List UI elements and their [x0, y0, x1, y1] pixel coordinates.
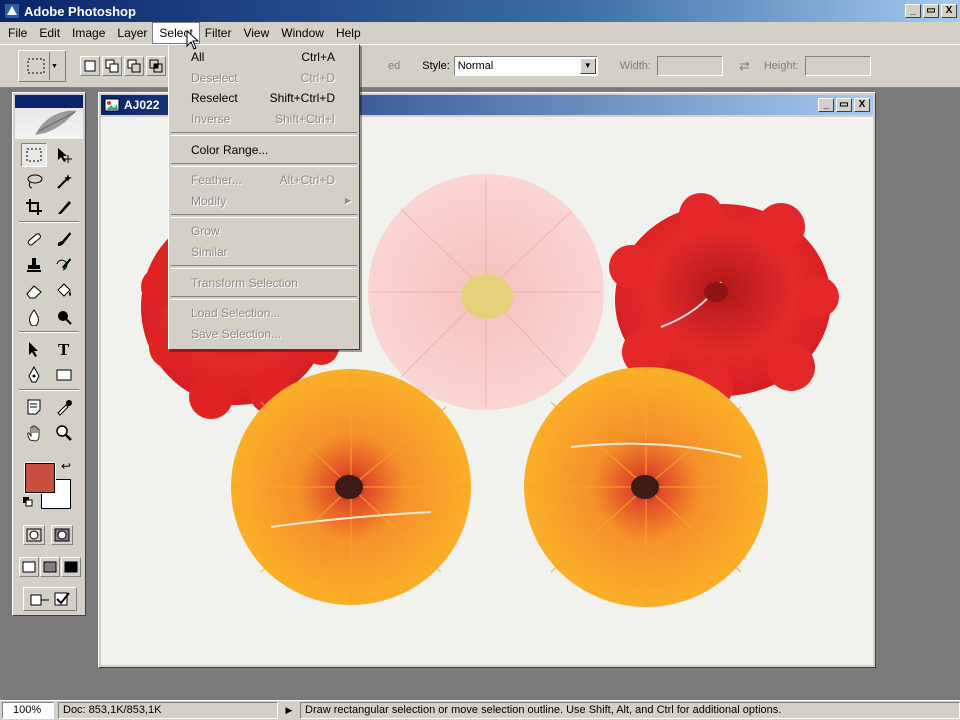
photoshop-feather-logo[interactable]	[15, 95, 83, 139]
tool-options-bar: ▼ ed Style: Normal ▼ Width: ⇄ Height:	[0, 44, 960, 88]
blur-tool-icon[interactable]	[21, 305, 47, 329]
style-select[interactable]: Normal ▼	[453, 56, 598, 76]
document-size-info: Doc: 853,1K/853,1K	[58, 702, 278, 719]
doc-maximize-button[interactable]: ▭	[836, 98, 852, 112]
menubar: File Edit Image Layer Select Filter View…	[0, 22, 960, 44]
hand-tool-icon[interactable]	[21, 421, 47, 445]
foreground-color-swatch[interactable]	[24, 462, 56, 494]
menu-separator	[169, 293, 359, 303]
app-title: Adobe Photoshop	[24, 3, 136, 19]
clone-stamp-tool-icon[interactable]	[21, 253, 47, 277]
menu-separator	[169, 160, 359, 170]
width-label: Width:	[619, 60, 651, 72]
restore-button[interactable]: ▭	[923, 4, 939, 18]
document-icon	[104, 98, 120, 112]
full-screen-menu-mode-icon[interactable]	[40, 557, 60, 577]
menu-separator	[169, 262, 359, 272]
submenu-arrow-icon: ▶	[344, 196, 351, 206]
menu-item-grow[interactable]: Grow	[169, 221, 359, 242]
doc-close-button[interactable]: X	[854, 98, 870, 112]
orange-flower-right	[524, 367, 768, 607]
toolbox: T ↩	[12, 92, 86, 616]
menu-item-load-selection[interactable]: Load Selection...	[169, 303, 359, 324]
lasso-tool-icon[interactable]	[21, 169, 47, 193]
close-button[interactable]: X	[941, 4, 957, 18]
style-value: Normal	[457, 60, 494, 72]
pen-tool-icon[interactable]	[21, 363, 47, 387]
brush-tool-icon[interactable]	[51, 227, 77, 251]
standard-screen-mode-icon[interactable]	[19, 557, 39, 577]
menu-item-inverse[interactable]: Inverse Shift+Ctrl+I	[169, 109, 359, 130]
status-message: Draw rectangular selection or move selec…	[300, 702, 960, 719]
full-screen-mode-icon[interactable]	[61, 557, 81, 577]
menu-separator	[169, 211, 359, 221]
menu-window[interactable]: Window	[275, 23, 330, 43]
type-tool-icon[interactable]: T	[51, 337, 77, 361]
add-to-selection-icon[interactable]	[102, 56, 122, 76]
orange-flower-left	[231, 369, 471, 605]
menu-edit[interactable]: Edit	[33, 23, 66, 43]
healing-brush-tool-icon[interactable]	[21, 227, 47, 251]
eyedropper-tool-icon[interactable]	[51, 395, 77, 419]
jump-to-imageready-icon[interactable]	[23, 587, 77, 611]
status-menu-arrow-icon[interactable]: ▶	[282, 705, 296, 716]
tool-preset-picker[interactable]: ▼	[18, 50, 66, 82]
menu-item-feather[interactable]: Feather... Alt+Ctrl+D	[169, 170, 359, 191]
menu-item-similar[interactable]: Similar	[169, 242, 359, 263]
svg-text:T: T	[58, 340, 70, 358]
menu-help[interactable]: Help	[330, 23, 367, 43]
pink-flower	[368, 174, 604, 410]
height-label: Height:	[763, 60, 799, 72]
swap-colors-icon[interactable]: ↩	[61, 459, 71, 473]
menu-item-transform-selection[interactable]: Transform Selection	[169, 272, 359, 293]
menu-image[interactable]: Image	[66, 23, 111, 43]
notes-tool-icon[interactable]	[21, 395, 47, 419]
menu-item-deselect[interactable]: Deselect Ctrl+D	[169, 68, 359, 89]
chevron-down-icon[interactable]: ▼	[579, 58, 596, 74]
paint-bucket-tool-icon[interactable]	[51, 279, 77, 303]
intersect-selection-icon[interactable]	[146, 56, 166, 76]
subtract-from-selection-icon[interactable]	[124, 56, 144, 76]
slice-tool-icon[interactable]	[51, 195, 77, 219]
select-menu-dropdown: All Ctrl+A Deselect Ctrl+D Reselect Shift+C…	[168, 44, 360, 350]
doc-minimize-button[interactable]: _	[818, 98, 834, 112]
menu-filter[interactable]: Filter	[199, 23, 238, 43]
photoshop-app-icon	[5, 4, 19, 18]
width-field[interactable]	[656, 56, 723, 76]
height-field[interactable]	[804, 56, 871, 76]
rectangle-shape-tool-icon[interactable]	[51, 363, 77, 387]
rectangular-marquee-tool-icon[interactable]	[21, 143, 47, 167]
quick-mask-mode-icon[interactable]	[51, 525, 73, 545]
path-selection-tool-icon[interactable]	[21, 337, 47, 361]
move-tool-icon[interactable]	[51, 143, 77, 167]
menu-separator	[169, 129, 359, 139]
status-bar: 100% Doc: 853,1K/853,1K ▶ Draw rectangul…	[0, 700, 960, 720]
minimize-button[interactable]: _	[905, 4, 921, 18]
menu-item-modify[interactable]: Modify ▶	[169, 191, 359, 212]
zoom-tool-icon[interactable]	[51, 421, 77, 445]
mouse-pointer-icon	[186, 30, 200, 50]
swap-dimensions-icon[interactable]: ⇄	[739, 58, 750, 74]
app-titlebar: Adobe Photoshop _ ▭ X	[0, 0, 960, 22]
magic-wand-tool-icon[interactable]	[51, 169, 77, 193]
dodge-tool-icon[interactable]	[51, 305, 77, 329]
default-colors-icon[interactable]	[23, 497, 33, 507]
chevron-down-icon: ▼	[49, 52, 59, 80]
crop-tool-icon[interactable]	[21, 195, 47, 219]
menu-file[interactable]: File	[2, 23, 33, 43]
new-selection-icon[interactable]	[80, 56, 100, 76]
eraser-tool-icon[interactable]	[21, 279, 47, 303]
history-brush-tool-icon[interactable]	[51, 253, 77, 277]
menu-item-reselect[interactable]: Reselect Shift+Ctrl+D	[169, 88, 359, 109]
feather-label: ed	[388, 60, 401, 72]
zoom-level-field[interactable]: 100%	[2, 702, 54, 719]
rectangular-marquee-icon	[27, 58, 45, 74]
menu-layer[interactable]: Layer	[111, 23, 153, 43]
menu-view[interactable]: View	[237, 23, 275, 43]
standard-mode-icon[interactable]	[23, 525, 45, 545]
style-label: Style:	[422, 60, 450, 72]
menu-item-all[interactable]: All Ctrl+A	[169, 47, 359, 68]
menu-item-save-selection[interactable]: Save Selection...	[169, 324, 359, 345]
menu-item-color-range[interactable]: Color Range...	[169, 139, 359, 160]
